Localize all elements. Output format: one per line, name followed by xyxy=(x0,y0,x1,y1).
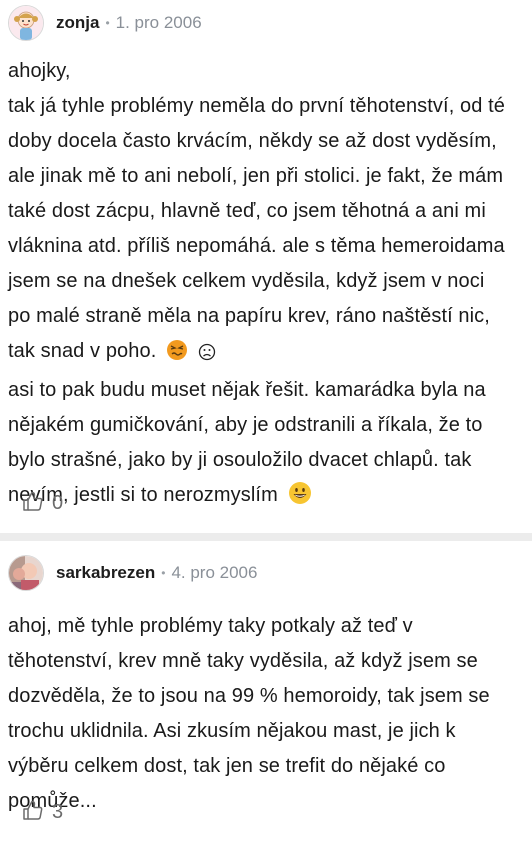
like-button[interactable]: 3 xyxy=(22,799,63,826)
like-count: 0 xyxy=(52,492,64,514)
comment-line: jsem se na dnešek celkem vyděsila, když … xyxy=(8,270,485,292)
comment-line-with-emoji: tak snad v poho. xyxy=(8,334,514,373)
frowning-face-icon xyxy=(198,338,216,373)
grinning-face-icon xyxy=(288,481,312,517)
baby-photo-avatar-icon[interactable] xyxy=(8,555,44,591)
post-date: 1. pro 2006 xyxy=(115,13,202,32)
username[interactable]: zonja xyxy=(56,13,99,33)
comment-line: pomůže... xyxy=(8,790,97,812)
post-date: 4. pro 2006 xyxy=(171,563,258,582)
comment-line: bylo strašné, jako by ji osouložilo dvac… xyxy=(8,449,472,471)
comment-line: výběru celkem dost, tak jen se trefit do… xyxy=(8,755,446,777)
comment-line: ahoj, mě tyhle problémy taky potkaly až … xyxy=(8,615,413,637)
username[interactable]: sarkabrezen xyxy=(56,563,155,583)
separator-dot: • xyxy=(161,566,166,580)
comment-post: zonja • 1. pro 2006 ahojky, tak já tyhle… xyxy=(0,0,532,533)
comment-line: trochu uklidnila. Asi zkusím nějakou mas… xyxy=(8,720,456,742)
girl-avatar-icon[interactable] xyxy=(8,5,44,41)
comment-line: doby docela často krvácím, někdy se až d… xyxy=(8,130,497,152)
comment-post: sarkabrezen • 4. pro 2006 ahoj, mě tyhle… xyxy=(0,541,532,856)
comment-header: sarkabrezen • 4. pro 2006 xyxy=(8,541,514,599)
separator-dot: • xyxy=(105,16,110,30)
persevering-face-icon xyxy=(166,338,188,373)
comment-line-with-emoji: nevím, jestli si to nerozmyslím xyxy=(8,478,514,517)
comment-line: vláknina atd. příliš nepomáhá. ale s těm… xyxy=(8,235,505,257)
comment-body: ahoj, mě tyhle problémy taky potkaly až … xyxy=(8,609,514,819)
like-button[interactable]: 0 xyxy=(22,490,63,517)
post-divider xyxy=(0,533,532,541)
comment-line: po malé straně měla na papíru krev, ráno… xyxy=(8,305,490,327)
comment-line: ale jinak mě to ani nebolí, jen při stol… xyxy=(8,165,504,187)
comment-line: asi to pak budu muset nějak řešit. kamar… xyxy=(8,379,486,401)
thumbs-up-icon xyxy=(22,799,44,826)
comment-line: také dost zácpu, hlavně teď, co jsem těh… xyxy=(8,200,486,222)
comment-header: zonja • 1. pro 2006 xyxy=(8,0,514,46)
comment-line: nějakém gumičkování, aby je odstranili a… xyxy=(8,414,483,436)
like-count: 3 xyxy=(52,801,64,823)
comment-line: dozvěděla, že to jsou na 99 % hemoroidy,… xyxy=(8,685,490,707)
comment-line: těhotenství, krev mně taky vyděsila, až … xyxy=(8,650,478,672)
thumbs-up-icon xyxy=(22,490,44,517)
comment-line: tak snad v poho. xyxy=(8,340,157,362)
comment-line: tak já tyhle problémy neměla do první tě… xyxy=(8,95,505,117)
comment-body: ahojky, tak já tyhle problémy neměla do … xyxy=(8,54,514,517)
comment-line: ahojky, xyxy=(8,60,71,82)
